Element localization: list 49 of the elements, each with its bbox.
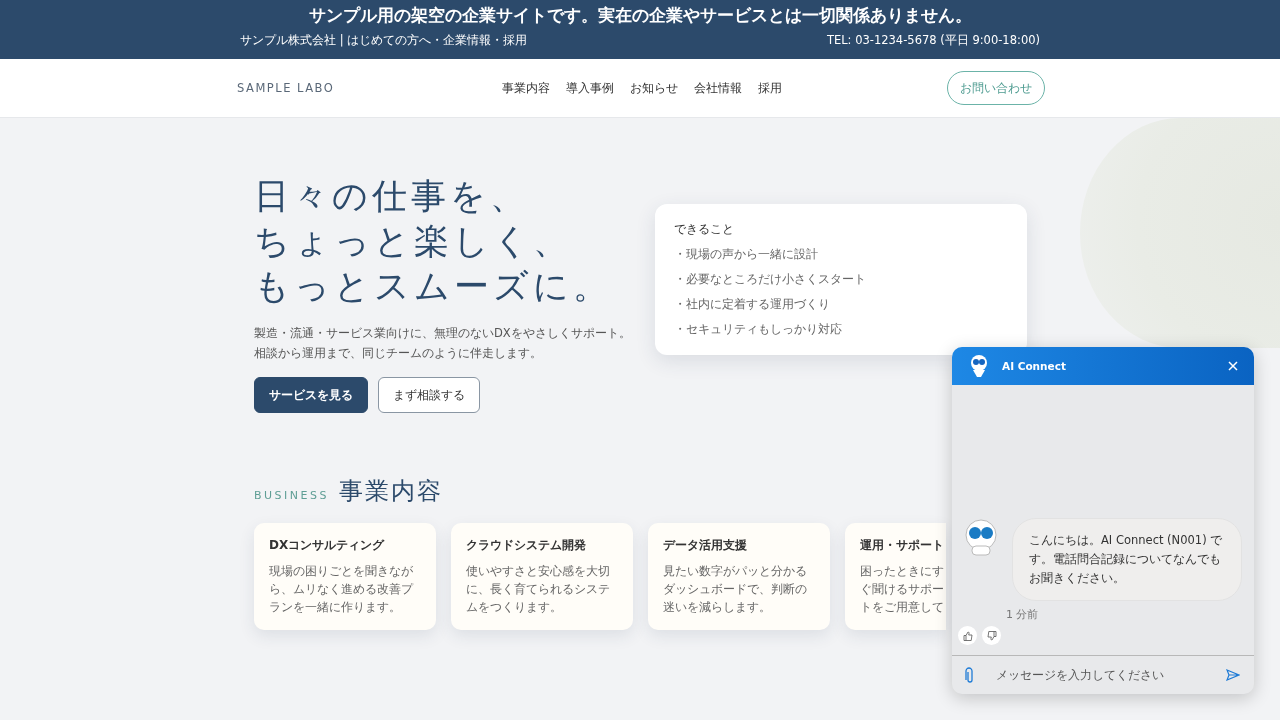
services-button[interactable]: サービスを見る <box>254 377 368 413</box>
service-card-title: 運用・サポート <box>860 537 945 554</box>
thumbs-up-icon <box>962 630 973 641</box>
feature-card-title: できること <box>674 222 735 237</box>
phone-number: TEL: 03-1234-5678 (平日 9:00-18:00) <box>826 33 1040 48</box>
thumbs-down-icon <box>986 630 997 641</box>
bot-avatar-icon <box>962 518 1000 556</box>
close-icon <box>1228 361 1238 371</box>
nav-link[interactable]: 採用 <box>758 80 782 96</box>
logo[interactable]: SAMPLE LABO <box>237 81 357 95</box>
consult-button[interactable]: まず相談する <box>378 377 480 413</box>
thumbs-down-button[interactable] <box>982 626 1001 645</box>
paperclip-icon <box>964 667 974 683</box>
send-icon <box>1226 669 1240 681</box>
message-time: 1 分前 <box>1006 607 1040 622</box>
feature-item: ・セキュリティもしっかり対応 <box>674 322 843 337</box>
service-card-description: 困ったときにすぐ聞けるサポートをご用意して <box>860 563 945 616</box>
section-eyebrow: BUSINESS <box>254 489 329 502</box>
contact-button[interactable]: お問い合わせ <box>947 71 1045 105</box>
notice-text: サンプル用の架空の企業サイトです。実在の企業やサービスとは一切関係ありません。 <box>307 5 973 27</box>
hero-lead: 製造・流通・サービス業向けに、無理のないDXをやさしくサポート。相談から運用まで、同じチームのように伴走します。 <box>254 325 632 362</box>
feature-item: ・社内に定着する運用づくり <box>674 297 831 312</box>
bot-message: こんにちは。AI Connect (N001) です。電話問合記録についてなんでもお聞きください。 <box>1012 518 1242 601</box>
service-card[interactable]: 運用・サポート 困ったときにすぐ聞けるサポートをご用意して <box>845 523 946 630</box>
nav-link[interactable]: お知らせ <box>630 80 678 96</box>
attach-button[interactable] <box>964 667 974 683</box>
nav-link[interactable]: 事業内容 <box>502 80 550 96</box>
service-card-description: 使いやすさと安心感を大切に、長く育てられるシステムをつくります。 <box>466 563 611 616</box>
nav-link[interactable]: 会社情報 <box>694 80 742 96</box>
service-card[interactable]: データ活用支援 見たい数字がパッと分かるダッシュボードで、判断の迷いを減らします。 <box>648 523 830 630</box>
close-button[interactable] <box>1228 361 1238 371</box>
nav-link[interactable]: 導入事例 <box>566 80 614 96</box>
service-card-description: 見たい数字がパッと分かるダッシュボードで、判断の迷いを減らします。 <box>663 563 808 616</box>
feature-item: ・必要なところだけ小さくスタート <box>674 272 867 287</box>
thumbs-up-button[interactable] <box>958 626 977 645</box>
feature-item: ・現場の声から一緒に設計 <box>674 247 819 262</box>
service-card[interactable]: クラウドシステム開発 使いやすさと安心感を大切に、長く育てられるシステムをつくります。 <box>451 523 633 630</box>
section-title: 事業内容 <box>338 476 443 507</box>
service-card-description: 現場の困りごとを聞きながら、ムリなく進める改善プランを一緒に作ります。 <box>269 563 415 616</box>
mascot-icon <box>968 354 990 378</box>
message-input[interactable]: メッセージを入力してください <box>994 667 1206 683</box>
send-button[interactable] <box>1226 669 1240 681</box>
company-links[interactable]: サンプル株式会社 | はじめての方へ・企業情報・採用 <box>240 33 528 48</box>
service-card-title: クラウドシステム開発 <box>466 537 587 554</box>
service-card-title: データ活用支援 <box>663 537 748 554</box>
hero-title: 日々の仕事を、 ちょっと楽しく、 もっとスムーズに。 <box>254 175 613 308</box>
chat-title: AI Connect <box>1002 360 1067 372</box>
service-card[interactable]: DXコンサルティング 現場の困りごとを聞きながら、ムリなく進める改善プランを一緒に作ります。 <box>254 523 436 630</box>
service-card-title: DXコンサルティング <box>269 537 386 554</box>
